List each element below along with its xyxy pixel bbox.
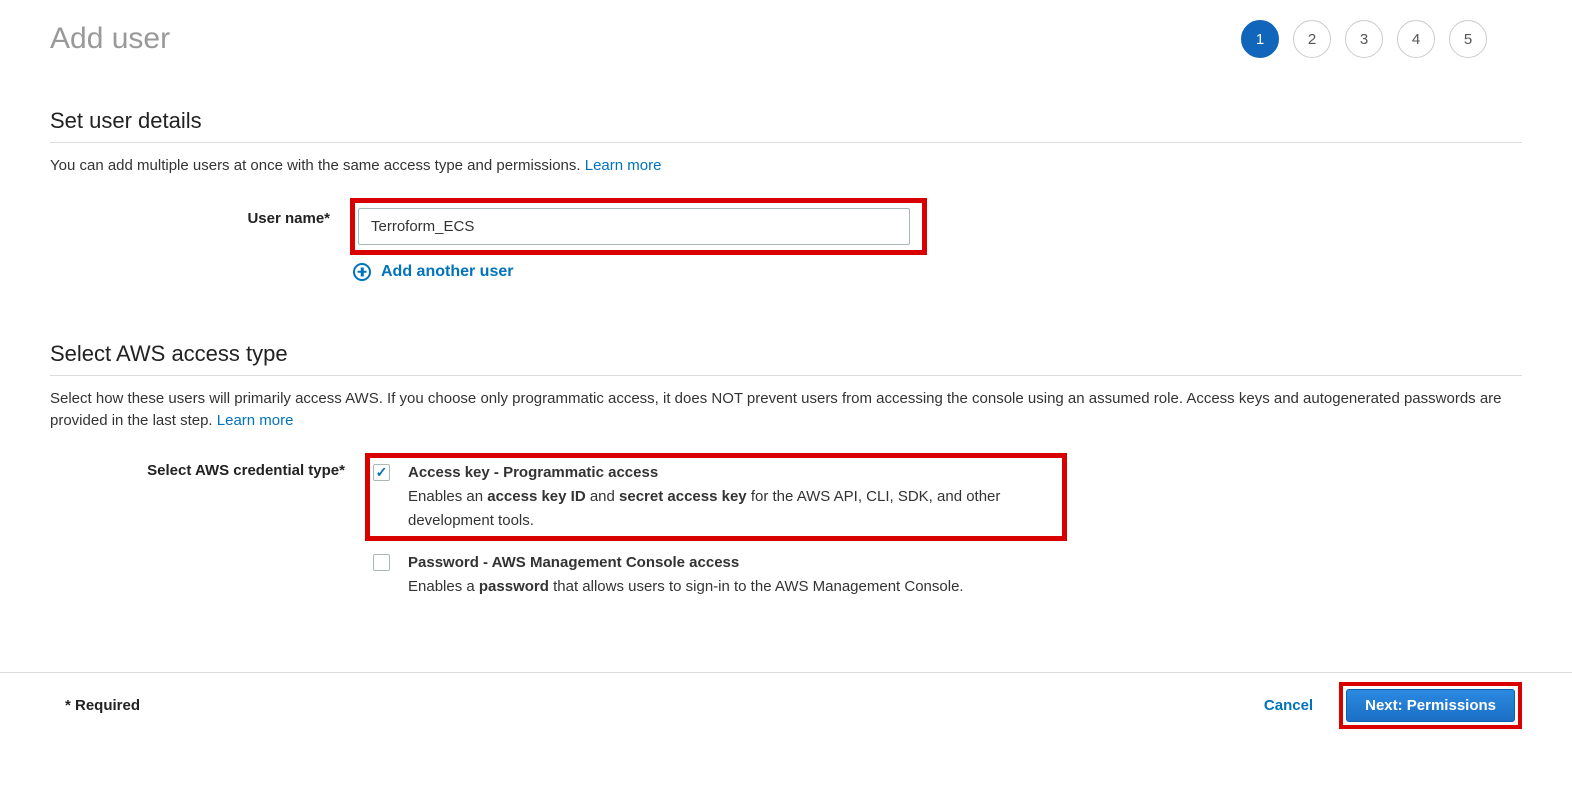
section-access-type-desc: Select how these users will primarily ac… [50, 388, 1522, 433]
step-1[interactable]: 1 [1241, 20, 1279, 58]
checkbox-access-key[interactable] [373, 464, 390, 481]
username-highlight [350, 198, 927, 255]
next-button-highlight: Next: Permissions [1339, 682, 1522, 729]
step-2[interactable]: 2 [1293, 20, 1331, 58]
username-label: User name* [50, 198, 330, 227]
section-user-details-title: Set user details [50, 108, 1522, 143]
cred-access-key-title: Access key - Programmatic access [408, 461, 1052, 485]
username-input[interactable] [358, 208, 910, 245]
section-user-details-desc: You can add multiple users at once with … [50, 155, 1522, 178]
add-another-user-button[interactable]: Add another user [353, 263, 1522, 281]
credential-type-label: Select AWS credential type* [50, 453, 345, 479]
cred-password-desc: Enables a password that allows users to … [408, 575, 964, 599]
step-5[interactable]: 5 [1449, 20, 1487, 58]
page-title: Add user [50, 22, 170, 56]
plus-circle-icon [353, 263, 371, 281]
credential-option-access-key[interactable]: Access key - Programmatic access Enables… [373, 461, 1052, 533]
cancel-button[interactable]: Cancel [1264, 697, 1313, 714]
section-access-type-title: Select AWS access type [50, 341, 1522, 376]
cred-access-key-desc: Enables an access key ID and secret acce… [408, 485, 1052, 533]
credential-option-password[interactable]: Password - AWS Management Console access… [373, 551, 1522, 599]
add-another-user-label: Add another user [381, 263, 513, 281]
footer-bar: * Required Cancel Next: Permissions [0, 672, 1572, 730]
required-note: * Required [65, 697, 140, 714]
learn-more-link-details[interactable]: Learn more [585, 157, 662, 174]
wizard-steps: 1 2 3 4 5 [1241, 20, 1487, 58]
step-4[interactable]: 4 [1397, 20, 1435, 58]
checkbox-password[interactable] [373, 554, 390, 571]
step-3[interactable]: 3 [1345, 20, 1383, 58]
learn-more-link-access[interactable]: Learn more [217, 412, 294, 429]
credential-highlight: Access key - Programmatic access Enables… [365, 453, 1067, 541]
next-permissions-button[interactable]: Next: Permissions [1346, 689, 1515, 722]
cred-password-title: Password - AWS Management Console access [408, 551, 964, 575]
